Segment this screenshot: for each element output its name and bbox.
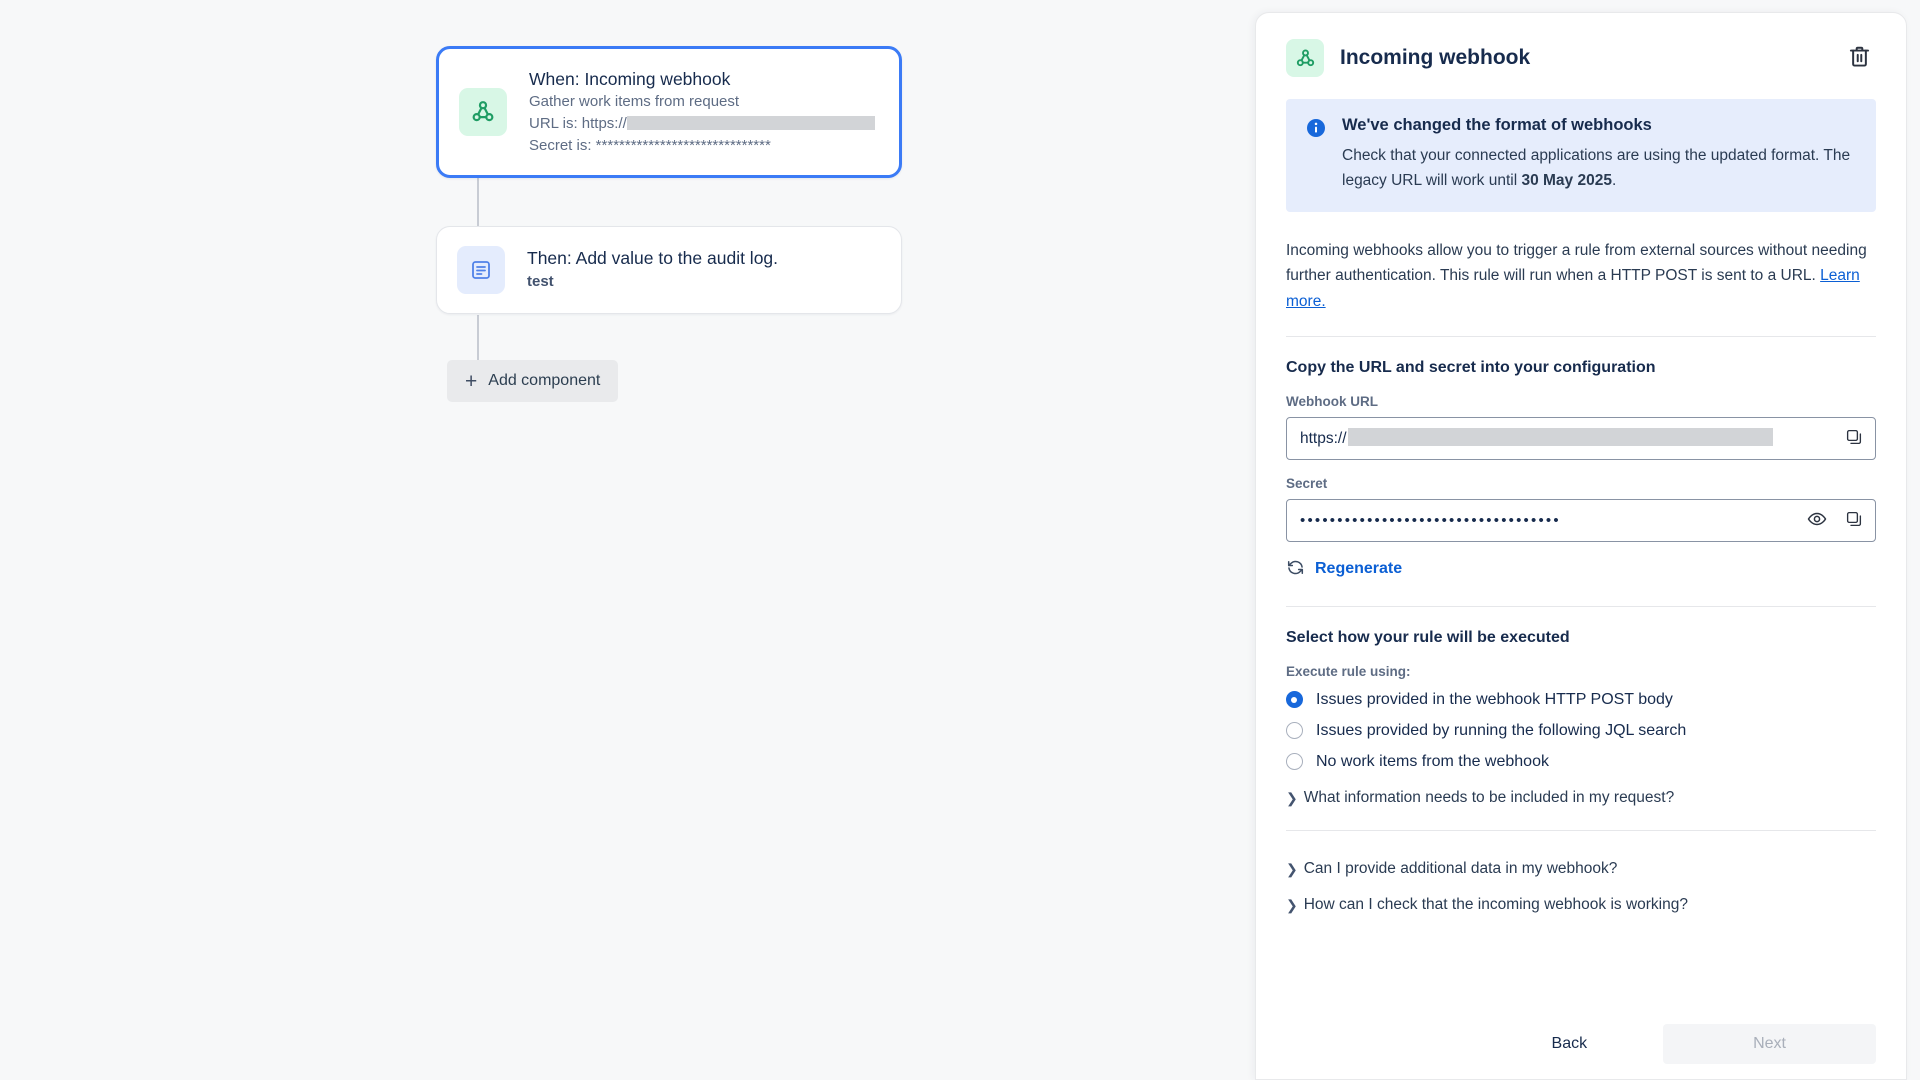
radio-option-jql-search[interactable]: Issues provided by running the following…: [1286, 722, 1876, 740]
add-component-button[interactable]: + Add component: [447, 360, 619, 402]
chevron-right-icon: ❯: [1286, 789, 1298, 806]
notice-text-tail: .: [1611, 172, 1617, 190]
page-title: Incoming webhook: [1340, 46, 1531, 69]
radio-option-post-body[interactable]: Issues provided in the webhook HTTP POST…: [1286, 691, 1876, 709]
webhook-url-value: https://: [1300, 428, 1773, 448]
node-subtitle: test: [527, 272, 554, 290]
webhook-url-actions: [1843, 426, 1865, 451]
faq-group-secondary: ❯ Can I provide additional data in my we…: [1286, 831, 1876, 923]
divider: [1286, 605, 1876, 607]
trash-icon: [1847, 44, 1872, 72]
notice-text: Check that your connected applications a…: [1342, 143, 1856, 193]
webhook-url-label: Webhook URL: [1286, 393, 1378, 409]
panel-header: Incoming webhook: [1286, 39, 1876, 77]
delete-component-button[interactable]: [1843, 40, 1876, 76]
chevron-right-icon: ❯: [1286, 860, 1298, 877]
faq-label: Can I provide additional data in my webh…: [1303, 859, 1618, 877]
radio-label: Issues provided in the webhook HTTP POST…: [1316, 690, 1673, 708]
execute-rule-using-label: Execute rule using:: [1286, 663, 1411, 679]
faq-label: How can I check that the incoming webhoo…: [1303, 895, 1688, 913]
copy-icon: [1845, 428, 1863, 449]
webhook-icon: [459, 88, 507, 136]
faq-group-primary: ❯ What information needs to be included …: [1286, 784, 1876, 830]
faq-item-additional-data[interactable]: ❯ Can I provide additional data in my we…: [1286, 851, 1876, 887]
secret-label: Secret: [1286, 475, 1328, 491]
webhook-icon: [1286, 39, 1324, 77]
notice-title: We've changed the format of webhooks: [1342, 116, 1652, 134]
radio-indicator[interactable]: [1286, 691, 1303, 709]
connector-line-1: [477, 178, 479, 226]
plus-icon: +: [465, 369, 478, 393]
panel-body: Incoming webhook We've changed the forma…: [1256, 13, 1906, 1017]
webhook-url-field[interactable]: https://: [1286, 416, 1876, 460]
secret-field[interactable]: •••••••••••••••••••••••••••••••••••: [1286, 498, 1876, 542]
notice-date: 30 May 2025: [1521, 172, 1612, 190]
webhook-description: Incoming webhooks allow you to trigger a…: [1286, 238, 1876, 336]
secret-actions: [1805, 507, 1865, 534]
faq-item-request-info[interactable]: ❯ What information needs to be included …: [1286, 784, 1876, 812]
webhook-config-panel: Incoming webhook We've changed the forma…: [1255, 12, 1907, 1080]
node-title: When: Incoming webhook: [529, 68, 731, 89]
format-change-notice-body: We've changed the format of webhooks Che…: [1342, 116, 1856, 193]
copy-secret-button[interactable]: [1843, 508, 1865, 533]
radio-indicator[interactable]: [1286, 753, 1303, 771]
redacted-url-block: [1347, 428, 1773, 447]
add-component-label: Add component: [488, 372, 601, 389]
secret-value: •••••••••••••••••••••••••••••••••••: [1300, 511, 1561, 529]
reveal-secret-button[interactable]: [1805, 507, 1829, 534]
redacted-url-block: [626, 115, 875, 130]
regenerate-label: Regenerate: [1315, 559, 1403, 577]
radio-indicator[interactable]: [1286, 722, 1303, 740]
rule-node-trigger[interactable]: When: Incoming webhook Gather work items…: [436, 46, 902, 178]
node-url-label: URL is: https://: [529, 114, 627, 132]
chevron-right-icon: ❯: [1286, 896, 1298, 913]
node-secret-line: Secret is: *****************************…: [529, 136, 771, 154]
faq-label: What information needs to be included in…: [1303, 788, 1675, 806]
webhook-description-text: Incoming webhooks allow you to trigger a…: [1286, 242, 1867, 285]
audit-log-icon: [457, 246, 505, 294]
radio-label: No work items from the webhook: [1316, 752, 1549, 770]
webhook-url-prefix: https://: [1300, 430, 1347, 448]
copy-section-heading: Copy the URL and secret into your config…: [1286, 358, 1656, 376]
rule-canvas: When: Incoming webhook Gather work items…: [0, 0, 1255, 1080]
panel-footer: Back Next: [1256, 1017, 1906, 1079]
next-button[interactable]: Next: [1663, 1024, 1876, 1064]
info-icon: [1306, 118, 1326, 193]
divider: [1286, 335, 1876, 337]
execute-section-heading: Select how your rule will be executed: [1286, 628, 1570, 646]
refresh-icon: [1286, 558, 1305, 580]
format-change-notice: We've changed the format of webhooks Che…: [1286, 99, 1876, 213]
regenerate-secret-button[interactable]: Regenerate: [1286, 558, 1402, 580]
back-button[interactable]: Back: [1482, 1024, 1658, 1064]
node-url-line: URL is: https://: [529, 113, 875, 135]
copy-url-button[interactable]: [1843, 426, 1865, 451]
node-subtitle: Gather work items from request: [529, 93, 740, 111]
node-title: Then: Add value to the audit log.: [527, 248, 779, 269]
radio-option-no-work-items[interactable]: No work items from the webhook: [1286, 753, 1876, 771]
eye-icon: [1807, 509, 1827, 532]
copy-icon: [1845, 510, 1863, 531]
rule-node-action[interactable]: Then: Add value to the audit log. test: [436, 226, 902, 314]
rule-node-trigger-text: When: Incoming webhook Gather work items…: [529, 68, 875, 157]
radio-label: Issues provided by running the following…: [1316, 721, 1687, 739]
faq-item-check-working[interactable]: ❯ How can I check that the incoming webh…: [1286, 887, 1876, 923]
rule-node-action-text: Then: Add value to the audit log. test: [527, 247, 778, 292]
